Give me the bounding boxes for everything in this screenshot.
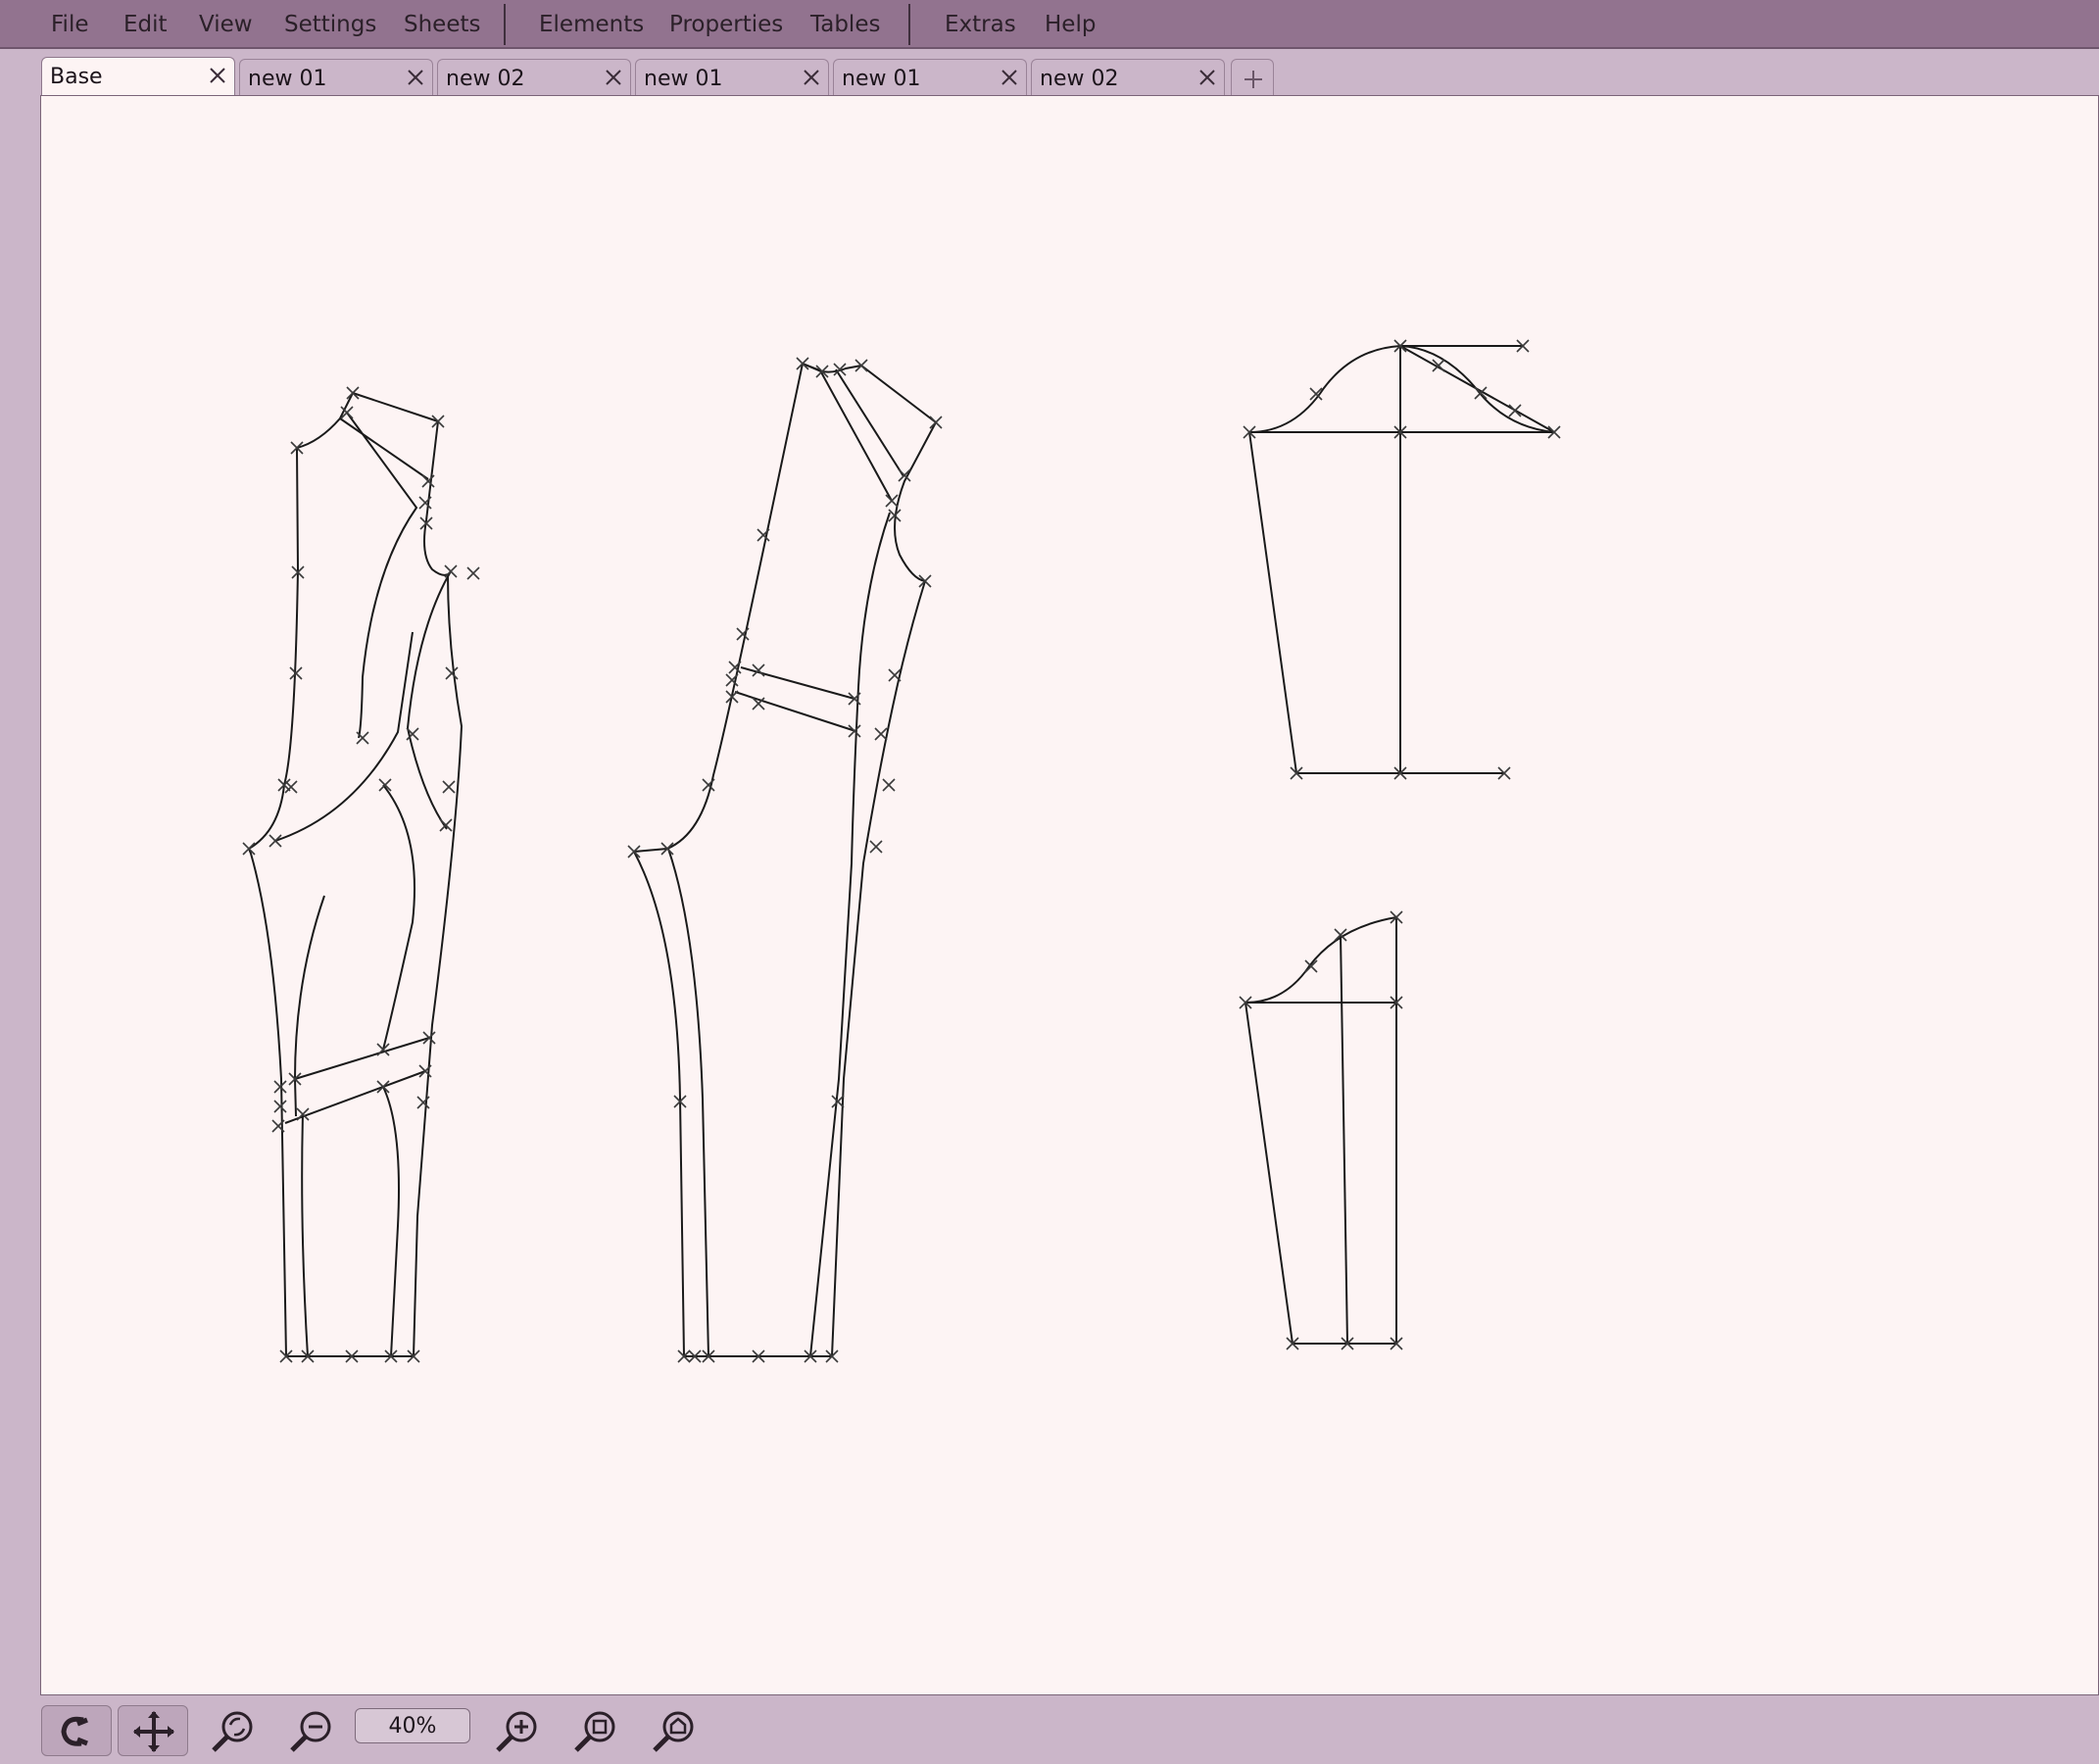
point-marker[interactable] (848, 724, 861, 738)
pattern-drawing (242, 339, 1561, 1363)
tab-new-02[interactable]: new 02 (437, 59, 631, 96)
point-marker[interactable] (702, 778, 715, 792)
zoom-fit-icon[interactable] (568, 1703, 623, 1754)
menu-elements[interactable]: Elements (527, 0, 656, 47)
magnet-icon (61, 1716, 88, 1746)
menu-file[interactable]: File (39, 0, 101, 47)
point-marker[interactable] (273, 1100, 287, 1113)
pattern-piece-sleeve-lower (1245, 916, 1397, 1345)
close-icon[interactable] (801, 67, 822, 88)
point-markers (242, 339, 1561, 1363)
drawing-canvas[interactable] (40, 95, 2099, 1695)
point-marker[interactable] (874, 727, 888, 741)
plus-icon (1245, 71, 1262, 88)
point-marker[interactable] (466, 566, 480, 580)
add-sheet-button[interactable] (1231, 59, 1274, 96)
close-icon[interactable] (603, 67, 624, 88)
point-marker[interactable] (445, 666, 459, 680)
point-marker[interactable] (356, 731, 369, 745)
point-marker[interactable] (1508, 404, 1522, 417)
point-marker[interactable] (869, 840, 883, 854)
point-marker[interactable] (421, 474, 435, 488)
point-marker[interactable] (273, 1080, 287, 1094)
menu-extras[interactable]: Extras (933, 0, 1028, 47)
point-marker[interactable] (882, 778, 896, 792)
bottom-toolbar: 40% (0, 1695, 2099, 1764)
point-marker[interactable] (757, 528, 770, 542)
menu-separator (504, 4, 506, 45)
tab-label: new 01 (248, 67, 327, 91)
point-marker[interactable] (929, 416, 943, 429)
point-marker[interactable] (268, 834, 282, 848)
close-icon[interactable] (405, 67, 426, 88)
point-marker[interactable] (376, 1043, 390, 1056)
tab-new-01[interactable]: new 01 (635, 59, 829, 96)
zoom-out-icon[interactable] (284, 1703, 339, 1754)
point-marker[interactable] (1304, 959, 1318, 973)
close-icon[interactable] (207, 65, 228, 86)
menu-bar: File Edit View Settings Sheets Elements … (0, 0, 2099, 49)
zoom-home-icon[interactable] (647, 1703, 702, 1754)
move-button[interactable] (118, 1705, 188, 1756)
point-marker[interactable] (736, 627, 750, 641)
tab-base[interactable]: Base (41, 57, 235, 98)
magnet-button[interactable] (41, 1705, 112, 1756)
tab-label: new 01 (644, 67, 723, 91)
zoom-in-icon[interactable] (490, 1703, 545, 1754)
menu-tables[interactable]: Tables (799, 0, 892, 47)
zoom-level-field[interactable]: 40% (355, 1708, 470, 1743)
point-marker[interactable] (442, 780, 456, 794)
tab-label: new 02 (1040, 67, 1119, 91)
menu-view[interactable]: View (187, 0, 265, 47)
menu-sheets[interactable]: Sheets (392, 0, 492, 47)
point-marker[interactable] (416, 1096, 430, 1109)
tab-label: new 02 (446, 67, 525, 91)
sheet-tab-bar: Base new 01 new 02 new 01 new 01 new 02 (0, 49, 2099, 98)
point-marker[interactable] (918, 574, 932, 588)
close-icon[interactable] (999, 67, 1020, 88)
point-marker[interactable] (418, 496, 432, 510)
pattern-piece-front (247, 392, 464, 1357)
menu-edit[interactable]: Edit (112, 0, 179, 47)
move-icon (133, 1711, 174, 1752)
tab-label: new 01 (842, 67, 921, 91)
tab-label: Base (50, 65, 103, 89)
close-icon[interactable] (1196, 67, 1218, 88)
menu-help[interactable]: Help (1033, 0, 1107, 47)
point-marker[interactable] (422, 1031, 436, 1045)
pattern-piece-back (633, 363, 938, 1357)
point-marker[interactable] (376, 1080, 390, 1094)
tab-new-01[interactable]: new 01 (833, 59, 1027, 96)
point-marker[interactable] (242, 842, 256, 856)
menu-properties[interactable]: Properties (658, 0, 795, 47)
point-marker[interactable] (885, 494, 899, 508)
point-marker[interactable] (346, 386, 360, 400)
tab-new-01[interactable]: new 01 (239, 59, 433, 96)
zoom-refresh-icon[interactable] (206, 1703, 261, 1754)
menu-separator (908, 4, 910, 45)
pattern-piece-sleeve-upper (1248, 344, 1555, 774)
menu-settings[interactable]: Settings (272, 0, 388, 47)
point-marker[interactable] (444, 564, 458, 578)
tab-new-02[interactable]: new 02 (1031, 59, 1225, 96)
